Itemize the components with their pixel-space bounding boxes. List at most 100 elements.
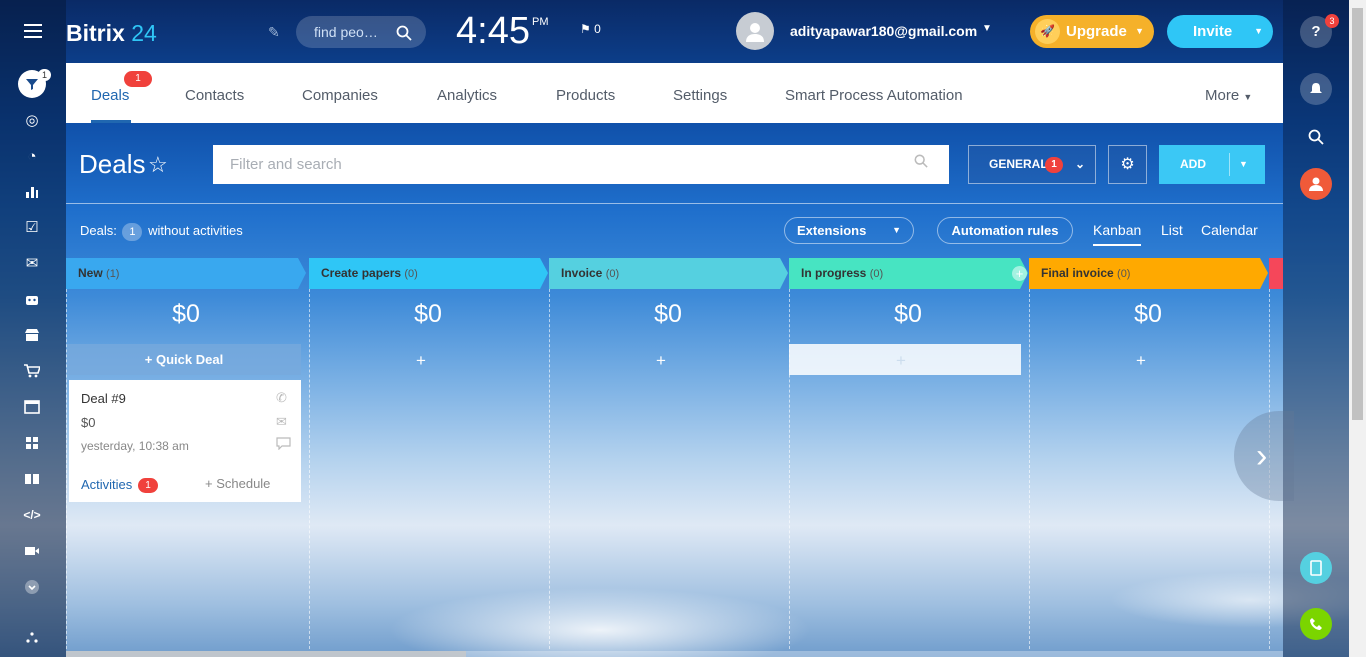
chevron-down-icon[interactable]: ▼	[982, 23, 992, 34]
left-sidebar: 1 ◎ ◔ ☑ ✉ </>	[0, 0, 66, 657]
user-email[interactable]: adityapawar180@gmail.com	[790, 23, 977, 39]
search-icon[interactable]	[1300, 121, 1332, 153]
mail-icon[interactable]: ✉	[276, 414, 287, 430]
add-deal-invoice[interactable]: +	[541, 351, 781, 371]
extensions-button[interactable]: Extensions ▼	[784, 217, 914, 244]
automation-rules-button[interactable]: Automation rules	[937, 217, 1073, 244]
store-icon[interactable]	[18, 321, 46, 349]
phone-icon[interactable]	[1300, 608, 1332, 640]
stage-create-papers-count: (0)	[404, 268, 418, 280]
cart-icon[interactable]	[18, 357, 46, 385]
chevron-down-icon[interactable]: ▼	[1135, 15, 1144, 48]
flag-counter[interactable]: ⚑ 0	[580, 22, 601, 36]
tab-deals[interactable]: Deals	[91, 87, 129, 104]
view-calendar[interactable]: Calendar	[1201, 222, 1258, 238]
clock-icon[interactable]: ◔	[18, 142, 46, 170]
view-kanban[interactable]: Kanban	[1093, 222, 1142, 246]
crm-tabs: Deals 1 Contacts Companies Analytics Pro…	[66, 63, 1283, 123]
people-search[interactable]: find peo…	[296, 16, 426, 48]
chevron-down-icon: ⌄	[1074, 157, 1085, 171]
tab-contacts[interactable]: Contacts	[185, 87, 244, 104]
deals-prefix: Deals:	[80, 223, 117, 238]
mail-icon[interactable]: ✉	[18, 249, 46, 277]
deal-card[interactable]: Deal #9 $0 yesterday, 10:38 am ✆ ✉ Activ…	[69, 380, 301, 502]
stage-in-progress-amount: $0	[894, 300, 922, 328]
stage-create-papers-name: Create papers	[321, 266, 402, 280]
chevron-down-icon[interactable]: ▼	[1239, 145, 1248, 184]
add-stage-icon[interactable]: +	[1012, 266, 1027, 281]
stage-invoice[interactable]: Invoice (0)	[549, 258, 787, 289]
stage-new-amount: $0	[172, 300, 200, 328]
tab-more[interactable]: More ▼	[1205, 87, 1252, 104]
quick-deal-button[interactable]: + Quick Deal	[67, 344, 301, 375]
stage-invoice-name: Invoice	[561, 266, 603, 280]
stage-create-papers[interactable]: Create papers (0)	[309, 258, 547, 289]
bell-icon[interactable]	[1300, 73, 1332, 105]
invite-button[interactable]: Invite ▼	[1167, 15, 1273, 48]
deal-activities-link[interactable]: Activities	[81, 477, 132, 492]
stage-in-progress[interactable]: In progress (0)	[789, 258, 1027, 289]
book-icon[interactable]	[18, 465, 46, 493]
pipeline-badge: 1	[1045, 157, 1063, 173]
phone-icon[interactable]: ✆	[276, 390, 287, 406]
target-icon[interactable]: ◎	[18, 106, 46, 134]
chevron-right-icon[interactable]: ›	[1234, 411, 1294, 501]
search-icon[interactable]	[396, 16, 412, 48]
stage-create-papers-amount: $0	[414, 300, 442, 328]
search-icon[interactable]	[914, 154, 928, 171]
tab-analytics[interactable]: Analytics	[437, 87, 497, 104]
view-list[interactable]: List	[1161, 222, 1183, 238]
user-avatar-right[interactable]	[1300, 168, 1332, 200]
document-icon[interactable]	[1300, 552, 1332, 584]
pipeline-label: GENERAL	[989, 157, 1048, 171]
stage-invoice-count: (0)	[605, 268, 620, 280]
menu-icon[interactable]	[24, 24, 42, 38]
page-title: Deals	[79, 149, 146, 179]
chevron-down-icon[interactable]: ▼	[1254, 15, 1263, 48]
rocket-icon: 🚀	[1035, 19, 1060, 44]
chat-icon[interactable]	[276, 437, 291, 453]
pipeline-select-button[interactable]: GENERAL 1 ⌄	[968, 145, 1096, 184]
app-logo[interactable]: Bitrix 24	[66, 20, 157, 47]
video-icon[interactable]	[18, 537, 46, 565]
deal-schedule-link[interactable]: + Schedule	[205, 476, 270, 491]
add-button[interactable]: ADD ▼	[1159, 145, 1265, 184]
stage-invoice-amount: $0	[654, 300, 682, 328]
deals-without-activities[interactable]: Deals: 1 without activities	[80, 223, 243, 241]
tab-companies[interactable]: Companies	[302, 87, 378, 104]
stage-final-invoice-name: Final invoice	[1041, 266, 1114, 280]
apps-icon[interactable]	[18, 429, 46, 457]
stage-new[interactable]: New (1)	[66, 258, 306, 289]
page-scrollbar-thumb[interactable]	[1352, 8, 1363, 420]
tab-smart-process-automation[interactable]: Smart Process Automation	[785, 87, 963, 104]
tab-settings[interactable]: Settings	[673, 87, 727, 104]
pencil-icon[interactable]: ✎	[268, 24, 280, 41]
user-avatar[interactable]	[736, 12, 774, 50]
task-icon[interactable]: ☑	[18, 213, 46, 241]
stage-final-invoice[interactable]: Final invoice (0)	[1029, 258, 1267, 289]
star-icon[interactable]: ☆	[148, 152, 168, 178]
robot-icon[interactable]	[18, 285, 46, 313]
upgrade-label: Upgrade	[1066, 23, 1127, 40]
bar-chart-icon[interactable]	[18, 178, 46, 206]
deal-title[interactable]: Deal #9	[81, 391, 126, 406]
filter-search-input[interactable]	[213, 145, 949, 184]
clock-time[interactable]: 4:45	[456, 10, 530, 53]
chevron-down-icon[interactable]	[18, 573, 46, 601]
settings-button[interactable]: ⚙	[1108, 145, 1147, 184]
network-icon[interactable]	[18, 623, 46, 651]
tab-more-label: More	[1205, 87, 1240, 104]
flag-icon: ⚑	[580, 22, 591, 36]
column-separator	[1029, 289, 1030, 649]
deals-suffix: without activities	[148, 223, 243, 238]
extensions-label: Extensions	[797, 223, 867, 238]
add-deal-final-invoice[interactable]: +	[1021, 351, 1261, 371]
add-deal-create-papers[interactable]: +	[301, 351, 541, 371]
column-separator	[309, 289, 310, 649]
window-icon[interactable]	[18, 393, 46, 421]
tab-products[interactable]: Products	[556, 87, 615, 104]
code-icon[interactable]: </>	[18, 501, 46, 529]
kanban-scroll-thumb[interactable]	[66, 651, 466, 657]
upgrade-button[interactable]: 🚀 Upgrade ▼	[1030, 15, 1154, 48]
add-deal-in-progress[interactable]: +	[781, 351, 1021, 371]
